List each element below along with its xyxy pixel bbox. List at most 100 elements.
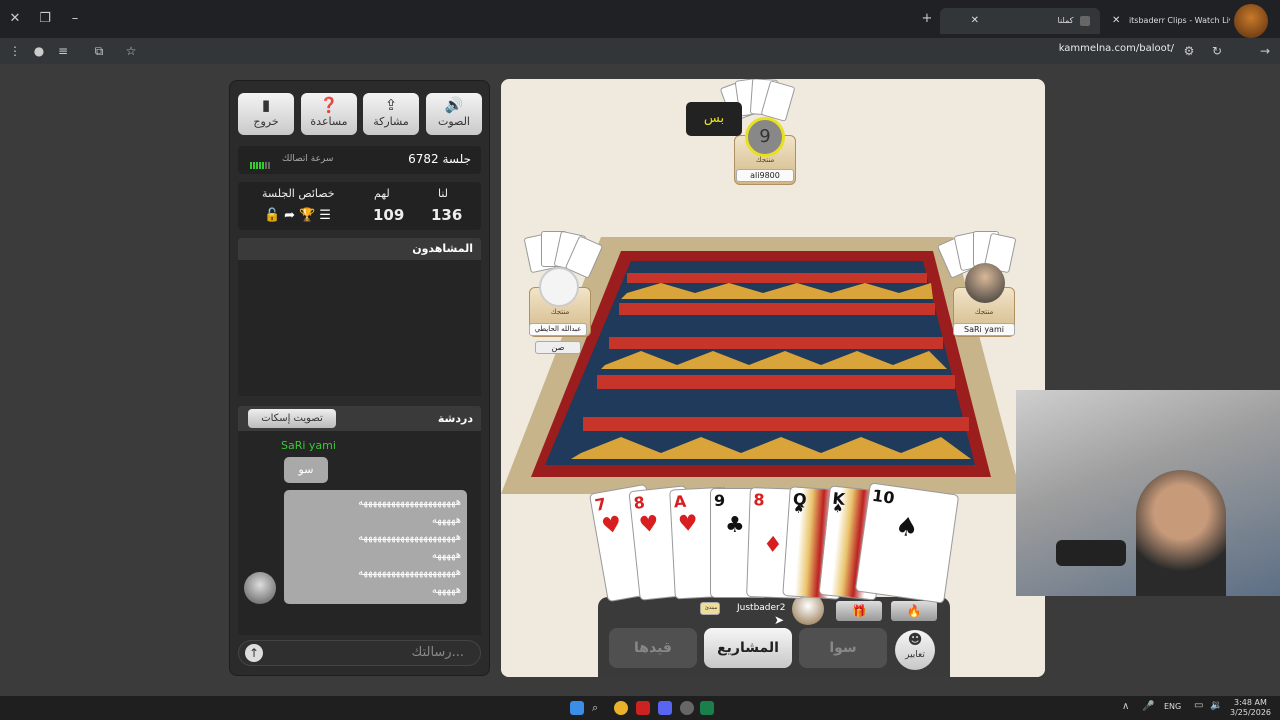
chat-line: هههههههههههههههههههههه [358, 532, 461, 543]
left-player-avatar [539, 267, 579, 307]
search-icon[interactable]: ⌕ [592, 701, 606, 715]
reload-icon[interactable]: ↻ [1208, 42, 1226, 60]
chat-line: هههههه [431, 514, 461, 526]
emotes-button[interactable]: ☻ تعابير [895, 630, 935, 670]
language-indicator[interactable]: ENG [1164, 702, 1181, 711]
my-player-name: Justbader2 [737, 603, 786, 613]
new-tab-icon[interactable]: + [918, 10, 936, 28]
tab-kammelna[interactable]: ✕ كملنا [940, 8, 1100, 34]
card-suit: ♣ [725, 513, 745, 538]
card-rank: 7 [593, 494, 608, 515]
network-icon[interactable]: ▭ [1194, 700, 1203, 711]
minimize-window-icon[interactable]: – [66, 10, 84, 28]
session-props-icons: 🔓➦🏆☰ [264, 208, 335, 223]
profile-avatar[interactable] [1234, 4, 1268, 38]
exit-icon: ▮ [261, 96, 271, 114]
close-tab-icon[interactable]: ✕ [971, 15, 979, 26]
streamer-figure [1136, 470, 1226, 596]
puzzle-icon[interactable]: ⧉ [90, 42, 108, 60]
browser-titlebar: ✕ ❐ – + ✕ كملنا ✕ itsbaderr Clips - Watc… [0, 0, 1280, 38]
extension-icon[interactable]: ● [30, 42, 48, 60]
media-icon[interactable]: ≡ [54, 42, 72, 60]
hand-card[interactable]: 10 ♠ [854, 482, 960, 604]
emotes-label: تعابير [905, 650, 925, 660]
back-icon[interactable]: → [1256, 42, 1274, 60]
left-player-name: عبدالله الحايطي [529, 323, 587, 336]
us-header: لنا [438, 187, 449, 200]
webcam-overlay [1016, 390, 1280, 596]
turn-timer: 9 [745, 117, 785, 157]
url-text[interactable]: kammelna.com/baloot/ [1059, 43, 1174, 54]
menu-icon[interactable]: ⋮ [6, 42, 24, 60]
gift-button[interactable]: 🎁 [836, 601, 882, 621]
mute-vote-button[interactable]: تصويت إسكات [248, 409, 336, 428]
help-button[interactable]: ❓ مساعدة [301, 93, 357, 135]
restrictions-button[interactable]: قيدها [609, 628, 697, 668]
sawa-button[interactable]: سوا [799, 628, 887, 668]
card-rank: 10 [870, 485, 896, 508]
right-player-name: SaRi yami [953, 323, 1015, 336]
address-bar: ⋮ ● ≡ ⧉ ☆ kammelna.com/baloot/ ⚙ ↻ → [0, 38, 1280, 64]
chat-line: هههههههههههههههههههههه [358, 497, 461, 508]
sound-button[interactable]: 🔊 الصوت [426, 93, 482, 135]
share-button[interactable]: ⇪ مشاركة [363, 93, 419, 135]
discord-icon[interactable] [658, 701, 672, 715]
tray-chevron-icon[interactable]: ∧ [1122, 701, 1129, 712]
bookmark-star-icon[interactable]: ☆ [122, 42, 140, 60]
restore-window-icon[interactable]: ❐ [36, 10, 54, 28]
site-settings-icon[interactable]: ⚙ [1180, 42, 1198, 60]
mouse-cursor-icon: ➤ [774, 613, 785, 627]
card-rank: 8 [753, 490, 765, 510]
us-score: 136 [431, 206, 463, 224]
app-icon[interactable] [636, 701, 650, 715]
gift-icon: 🎁 [851, 604, 867, 618]
right-player-status: منتجك [974, 308, 994, 316]
card-suit: ♠ [893, 511, 921, 545]
volume-icon[interactable]: 🔉 [1210, 700, 1222, 711]
microphone-icon [1056, 540, 1126, 566]
excel-icon[interactable] [700, 701, 714, 715]
session-props-header: خصائص الجلسة [262, 187, 335, 200]
tab-twitch-clips[interactable]: ✕ itsbaderr Clips - Watch Live on [1100, 8, 1230, 34]
top-player-status: منتجك [755, 156, 775, 164]
exit-button[interactable]: ▮ خروج [238, 93, 294, 135]
chrome-icon[interactable] [614, 701, 628, 715]
chat-line: هههههه [431, 549, 461, 561]
projects-button[interactable]: المشاريع [704, 628, 792, 668]
message-input[interactable]: رسالتك... [412, 645, 464, 660]
share-icon: ⇪ [384, 96, 398, 114]
chat-sender: SaRi yami [281, 439, 336, 452]
taskbar: ⌕ ∧ 🎤 ENG ▭ 🔉 3:48 AM 3/25/2026 [0, 696, 1280, 720]
connection-bars-icon [250, 155, 271, 174]
them-score: 109 [373, 206, 405, 224]
mic-tray-icon[interactable]: 🎤 [1142, 701, 1154, 712]
clock-time[interactable]: 3:48 AM [1234, 698, 1267, 707]
close-window-icon[interactable]: ✕ [6, 10, 24, 28]
close-tab-icon[interactable]: ✕ [1112, 15, 1120, 26]
obs-icon[interactable] [680, 701, 694, 715]
card-suit: ♠ [831, 500, 845, 516]
smiley-icon: ☻ [907, 632, 923, 648]
message-input-row[interactable]: ↑ رسالتك... [238, 640, 481, 666]
connection-label: سرعة اتصالك [282, 154, 334, 164]
card-rank: 9 [714, 491, 726, 510]
watchers-list [238, 260, 481, 396]
top-player-name: ali9800 [736, 169, 794, 182]
clock-date[interactable]: 3/25/2026 [1230, 708, 1271, 717]
tab-title: كملنا [1057, 16, 1074, 25]
help-icon: ❓ [319, 96, 339, 114]
sound-icon: 🔊 [444, 96, 464, 114]
fire-button[interactable]: 🔥 [891, 601, 937, 621]
exit-label: خروج [253, 115, 279, 128]
windows-start-icon[interactable] [570, 701, 584, 715]
them-header: لهم [374, 187, 390, 200]
chat-line: هههههه [431, 584, 461, 596]
tab-title: itsbaderr Clips - Watch Live on [1128, 16, 1230, 25]
session-number: جلسة 6782 [408, 152, 471, 166]
bid-bubble: بس [686, 102, 742, 136]
chat-message-bubble: هههههههههههههههههههههه هههههه هههههههههه… [284, 490, 467, 604]
send-icon[interactable]: ↑ [245, 644, 263, 662]
chat-message-bubble: سو [284, 457, 328, 483]
card-rank: 8 [632, 492, 646, 513]
right-player-avatar [965, 263, 1005, 303]
